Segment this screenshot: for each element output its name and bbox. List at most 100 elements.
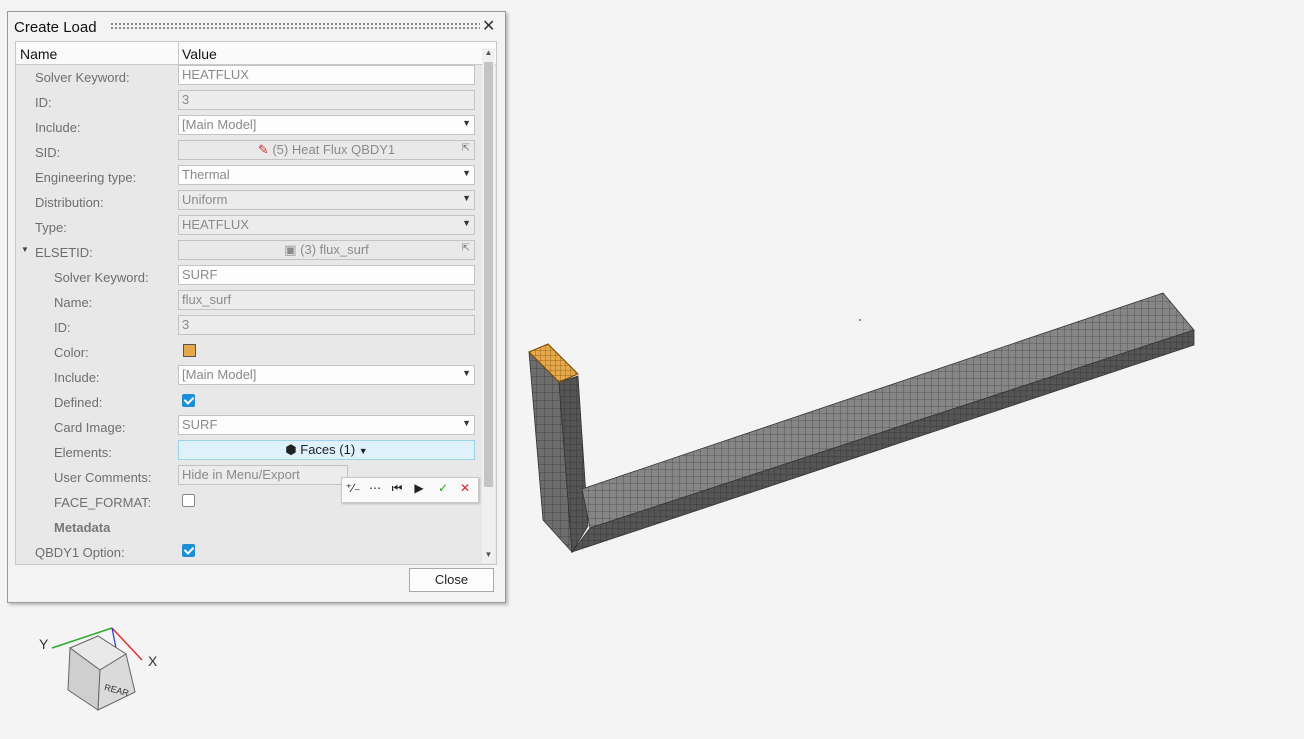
chevron-down-icon: ▼ <box>462 168 471 178</box>
dialog-titlebar[interactable]: Create Load ✕ <box>8 12 505 40</box>
elements-value: Faces (1) <box>300 442 356 457</box>
row-sub-id: ID: 3 <box>16 314 482 339</box>
row-label: Color: <box>54 345 89 360</box>
include-select[interactable]: [Main Model] ▼ <box>178 115 475 135</box>
dialog-title: Create Load <box>14 19 97 36</box>
elsetid-value: (3) flux_surf <box>300 242 369 257</box>
row-label: Include: <box>35 120 81 135</box>
more-options-icon[interactable]: ⋯ <box>366 481 384 499</box>
row-label: User Comments: <box>54 470 152 485</box>
row-sub-defined: Defined: <box>16 389 482 414</box>
sub-id-field[interactable]: 3 <box>178 315 475 335</box>
row-include: Include: [Main Model] ▼ <box>16 114 482 139</box>
cancel-icon[interactable]: ✕ <box>456 481 474 499</box>
row-label: SID: <box>35 145 61 160</box>
user-comments-field[interactable]: Hide in Menu/Export <box>178 465 348 485</box>
card-image-select[interactable]: SURF ▼ <box>178 415 475 435</box>
face-cube-icon: ⬢ <box>285 442 297 457</box>
row-sub-include: Include: [Main Model] ▼ <box>16 364 482 389</box>
defined-checkbox[interactable] <box>182 394 195 407</box>
engineering-type-value: Thermal <box>182 167 230 182</box>
solver-keyword-field[interactable]: HEATFLUX <box>178 65 475 85</box>
accept-icon[interactable]: ✓ <box>434 481 452 499</box>
face-format-checkbox[interactable] <box>182 494 195 507</box>
pointer-icon: ⇱ <box>461 243 470 254</box>
id-field[interactable]: 3 <box>178 90 475 110</box>
row-label: Type: <box>35 220 67 235</box>
row-label: Card Image: <box>54 420 126 435</box>
engineering-type-select[interactable]: Thermal ▼ <box>178 165 475 185</box>
pointer-icon: ⇱ <box>461 143 470 154</box>
metadata-heading: Metadata <box>54 520 111 535</box>
row-sub-elements: Elements: ⬢ Faces (1) ▼ <box>16 439 482 464</box>
collapse-arrow-icon[interactable]: ▼ <box>21 245 29 254</box>
sub-include-select[interactable]: [Main Model] ▼ <box>178 365 475 385</box>
grid-scrollbar[interactable]: ▲ ▼ <box>482 48 495 563</box>
sub-include-value: [Main Model] <box>182 367 257 382</box>
sub-solver-keyword-field[interactable]: SURF <box>178 265 475 285</box>
card-image-value: SURF <box>182 417 218 432</box>
chevron-down-icon: ▼ <box>462 218 471 228</box>
row-elsetid: ▼ ELSETID: ▣ (3) flux_surf ⇱ <box>16 239 482 264</box>
row-engineering-type: Engineering type: Thermal ▼ <box>16 164 482 189</box>
row-label: ELSETID: <box>35 245 93 260</box>
row-distribution: Distribution: Uniform ▼ <box>16 189 482 214</box>
color-swatch[interactable] <box>183 344 196 357</box>
view-cube[interactable]: REAR <box>51 627 143 711</box>
close-icon[interactable]: ✕ <box>482 16 495 36</box>
reset-icon[interactable]: ⏮ <box>388 481 406 499</box>
row-type: Type: HEATFLUX ▼ <box>16 214 482 239</box>
reverse-selection-icon[interactable]: ⁺∕₋ <box>344 481 362 499</box>
axis-x-label: X <box>148 653 158 669</box>
row-label: Engineering type: <box>35 170 137 185</box>
row-label: Solver Keyword: <box>35 70 130 85</box>
set-blocks-icon: ▣ <box>284 242 297 257</box>
chevron-down-icon: ▼ <box>462 193 471 203</box>
row-qbdy1-option: QBDY1 Option: <box>16 539 482 564</box>
row-solver-keyword: Solver Keyword: HEATFLUX <box>16 64 482 89</box>
heat-flux-load-icon: ✎ <box>257 142 269 157</box>
close-button[interactable]: Close <box>409 568 494 592</box>
row-label: QBDY1 Option: <box>35 545 125 560</box>
elements-faces-selector[interactable]: ⬢ Faces (1) ▼ <box>178 440 475 460</box>
row-sub-name: Name: flux_surf <box>16 289 482 314</box>
row-label: ID: <box>54 320 71 335</box>
distribution-select[interactable]: Uniform ▼ <box>178 190 475 210</box>
chevron-down-icon: ▼ <box>462 418 471 428</box>
grid-header: Name Value <box>16 42 496 65</box>
drag-grip[interactable] <box>110 22 480 30</box>
row-sub-color: Color: <box>16 339 482 364</box>
beam-front-face <box>570 329 1195 553</box>
row-label: FACE_FORMAT: <box>54 495 152 510</box>
sid-value: (5) Heat Flux QBDY1 <box>272 142 396 157</box>
row-sid: SID: ✎ (5) Heat Flux QBDY1 ⇱ <box>16 139 482 164</box>
chevron-down-icon: ▼ <box>358 446 368 456</box>
row-label: Distribution: <box>35 195 104 210</box>
scroll-thumb[interactable] <box>484 62 493 487</box>
row-metadata: Metadata <box>16 514 482 539</box>
elsetid-entity-selector[interactable]: ▣ (3) flux_surf ⇱ <box>178 240 475 260</box>
row-id: ID: 3 <box>16 89 482 114</box>
row-label: ID: <box>35 95 52 110</box>
type-value: HEATFLUX <box>182 217 249 232</box>
axis-y-label: Y <box>39 636 49 652</box>
scroll-up-icon[interactable]: ▲ <box>482 48 495 61</box>
sub-name-field[interactable]: flux_surf <box>178 290 475 310</box>
row-label: Include: <box>54 370 100 385</box>
viewport-marker <box>859 319 861 321</box>
mesh-model[interactable] <box>528 292 1195 554</box>
scroll-down-icon[interactable]: ▼ <box>482 550 495 563</box>
proceed-icon[interactable]: ▶ <box>410 481 428 499</box>
sid-entity-selector[interactable]: ✎ (5) Heat Flux QBDY1 ⇱ <box>178 140 475 160</box>
type-select[interactable]: HEATFLUX ▼ <box>178 215 475 235</box>
column-divider[interactable] <box>178 42 179 64</box>
distribution-value: Uniform <box>182 192 228 207</box>
chevron-down-icon: ▼ <box>462 368 471 378</box>
column-header-value: Value <box>182 46 217 62</box>
qbdy1-option-checkbox[interactable] <box>182 544 195 557</box>
column-header-name: Name <box>20 46 58 62</box>
row-sub-card-image: Card Image: SURF ▼ <box>16 414 482 439</box>
beam-top-face <box>581 292 1195 529</box>
create-load-dialog: Create Load ✕ Name Value Solver Keyword:… <box>7 11 506 603</box>
include-value: [Main Model] <box>182 117 257 132</box>
